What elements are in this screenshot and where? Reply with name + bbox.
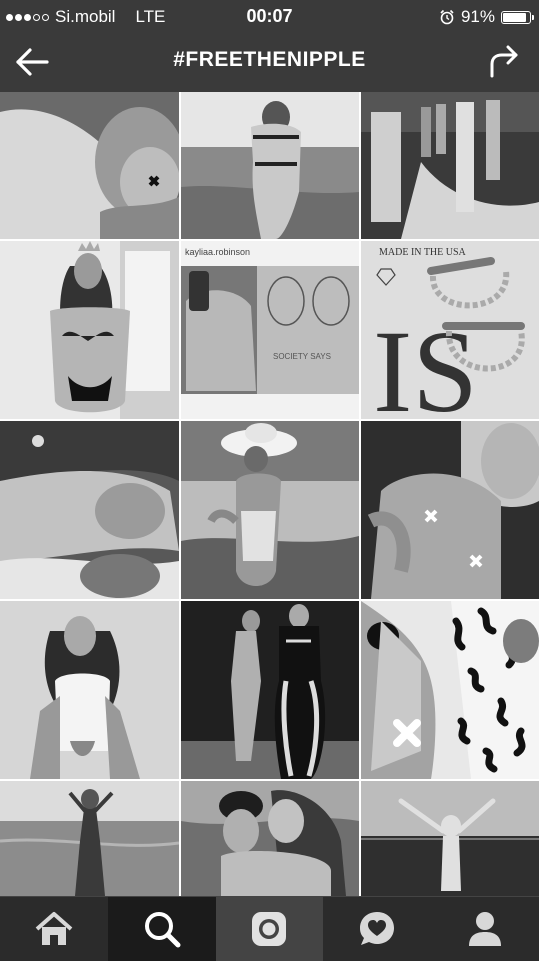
photo-tile[interactable] [181,781,359,896]
tab-profile[interactable] [431,897,539,961]
photo-tile[interactable] [181,601,359,779]
home-icon [35,912,73,945]
photo-tile[interactable]: MADE IN THE USA IS [361,241,539,419]
tile-username-text: kayliaa.robinson [185,247,250,257]
tab-camera[interactable] [215,897,324,961]
alarm-icon [440,9,454,25]
photo-tile[interactable] [361,601,539,779]
tile-made-in-usa-text: MADE IN THE USA [379,247,467,258]
tab-search[interactable] [107,897,216,961]
photo-tile[interactable] [0,92,179,239]
camera-icon [252,912,287,946]
status-right: 91% [439,7,534,27]
heart-bubble-icon [360,912,395,945]
share-button[interactable] [487,42,521,80]
header: #FREETHENIPPLE [0,32,539,92]
tab-activity[interactable] [323,897,431,961]
photo-tile[interactable] [361,421,539,599]
status-bar: Si.mobil LTE 00:07 91% [0,0,539,32]
grid-divider [359,92,361,896]
grid-divider [179,92,181,896]
tab-home[interactable] [0,897,108,961]
share-arrow-icon [490,45,518,78]
search-icon [144,912,181,948]
page-title: #FREETHENIPPLE [173,48,366,71]
photo-tile[interactable] [0,781,179,896]
photo-tile[interactable] [181,92,359,239]
photo-tile[interactable] [0,241,179,419]
photo-tile[interactable] [361,781,539,896]
photo-tile[interactable] [361,92,539,239]
photo-tile[interactable] [181,421,359,599]
photo-tile[interactable] [0,421,179,599]
battery-icon [501,10,534,24]
photo-tile[interactable]: kayliaa.robinson SOCIETY SAYS [181,241,359,419]
hashtag-photo-grid: kayliaa.robinson SOCIETY SAYS MADE IN TH… [0,92,539,896]
tile-drawing-text: SOCIETY SAYS [273,352,331,361]
tab-bar [0,896,539,961]
photo-tile[interactable] [0,601,179,779]
battery-percent: 91% [460,7,495,26]
profile-icon [469,912,502,946]
